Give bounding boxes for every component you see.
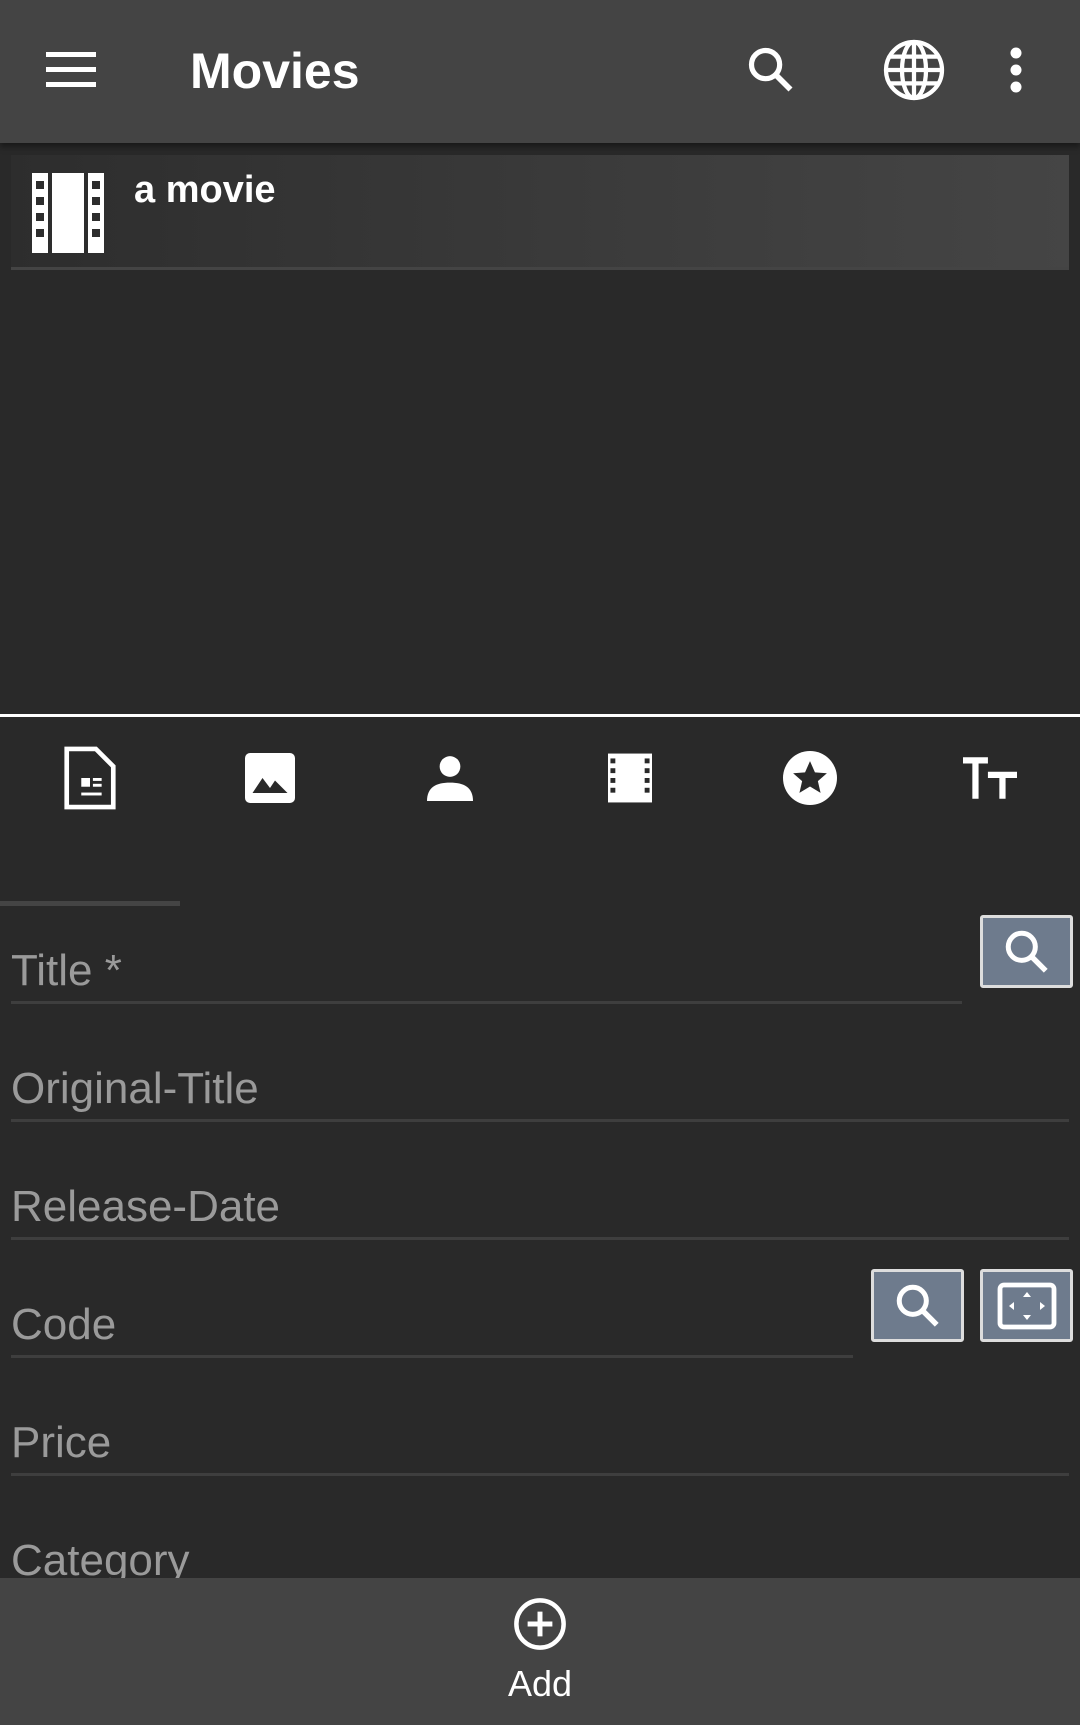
code-field[interactable]: Code bbox=[11, 1284, 853, 1358]
person-icon bbox=[427, 756, 473, 801]
star-icon bbox=[783, 751, 837, 805]
search-icon bbox=[1005, 930, 1048, 973]
page-title: Movies bbox=[190, 43, 360, 99]
movie-icon bbox=[32, 173, 104, 253]
code-label: Code bbox=[11, 1300, 117, 1349]
menu-icon[interactable] bbox=[46, 50, 100, 90]
tab-details[interactable] bbox=[0, 740, 180, 816]
price-field[interactable]: Price bbox=[11, 1402, 1069, 1476]
release-date-field[interactable]: Release-Date bbox=[11, 1166, 1069, 1240]
scan-icon bbox=[997, 1282, 1056, 1329]
tab-images[interactable] bbox=[180, 740, 360, 816]
movie-icon bbox=[608, 753, 652, 803]
title-label: Title * bbox=[11, 946, 122, 995]
add-label: Add bbox=[507, 1663, 573, 1704]
add-circle-icon bbox=[514, 1598, 566, 1650]
title-search-button[interactable] bbox=[980, 915, 1073, 988]
text-size-icon bbox=[963, 757, 1017, 799]
document-icon bbox=[64, 746, 116, 810]
app-bar: Movies bbox=[0, 0, 1080, 143]
tab-text[interactable] bbox=[900, 740, 1080, 816]
price-label: Price bbox=[11, 1418, 112, 1467]
more-vert-icon[interactable] bbox=[1006, 46, 1026, 96]
title-field[interactable]: Title * bbox=[11, 930, 962, 1004]
tab-indicator bbox=[0, 901, 180, 906]
search-icon[interactable] bbox=[745, 44, 797, 96]
search-icon bbox=[896, 1284, 939, 1327]
globe-icon[interactable] bbox=[882, 38, 946, 102]
bottom-bar: Add bbox=[0, 1578, 1080, 1725]
scan-barcode-button[interactable] bbox=[980, 1269, 1073, 1342]
splitter[interactable] bbox=[0, 714, 1080, 717]
list-item-title: a movie bbox=[134, 169, 276, 211]
tab-rating[interactable] bbox=[720, 740, 900, 816]
list-item[interactable]: a movie bbox=[11, 155, 1069, 270]
original-title-field[interactable]: Original-Title bbox=[11, 1048, 1069, 1122]
image-icon bbox=[245, 753, 295, 803]
tab-media[interactable] bbox=[540, 740, 720, 816]
code-search-button[interactable] bbox=[871, 1269, 964, 1342]
tab-cast[interactable] bbox=[360, 740, 540, 816]
original-title-label: Original-Title bbox=[11, 1064, 259, 1113]
release-date-label: Release-Date bbox=[11, 1182, 281, 1231]
